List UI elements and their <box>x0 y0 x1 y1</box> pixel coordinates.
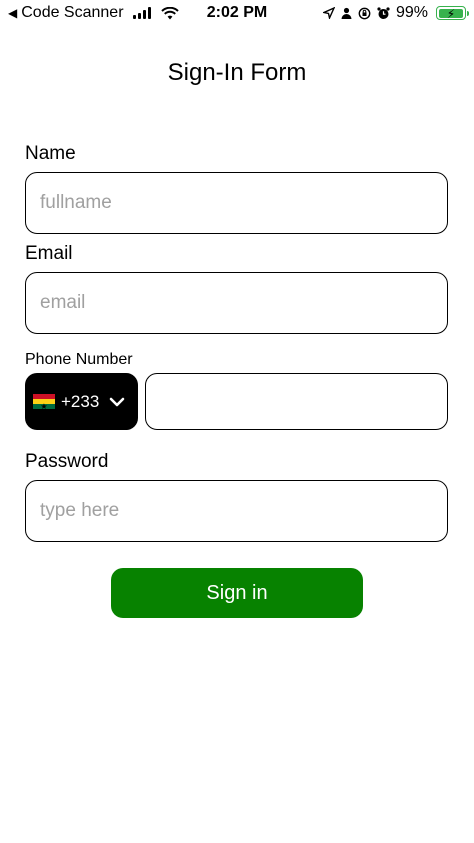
ghana-flag-icon: ★ <box>33 393 55 411</box>
phone-label: Phone Number <box>25 351 133 368</box>
password-label: Password <box>25 451 109 472</box>
country-code-picker[interactable]: ★ +233 <box>25 373 138 430</box>
email-field[interactable] <box>25 272 448 334</box>
alarm-icon <box>377 6 390 19</box>
name-input[interactable] <box>40 192 447 214</box>
page-title: Sign-In Form <box>167 59 307 86</box>
lock-rotation-icon <box>358 7 371 19</box>
screen: ◀ Code Scanner 2:02 PM 99% ⚡ Sign-In For… <box>0 0 474 843</box>
battery-percent: 99% <box>395 4 428 21</box>
password-field[interactable] <box>25 480 448 542</box>
password-input[interactable] <box>40 500 447 522</box>
email-label: Email <box>25 243 73 264</box>
country-code: +233 <box>61 391 100 411</box>
sign-in-button[interactable]: Sign in <box>111 568 363 618</box>
status-bar: ◀ Code Scanner 2:02 PM 99% ⚡ <box>0 0 474 28</box>
name-field[interactable] <box>25 172 448 234</box>
battery-icon: ⚡ <box>436 6 469 21</box>
location-icon <box>322 7 335 19</box>
person-icon <box>341 7 352 19</box>
chevron-down-icon <box>109 397 125 406</box>
phone-input[interactable] <box>146 374 447 429</box>
name-label: Name <box>25 143 76 164</box>
phone-field[interactable] <box>145 373 448 430</box>
email-input[interactable] <box>40 292 447 314</box>
status-right: 99% ⚡ <box>322 4 469 22</box>
